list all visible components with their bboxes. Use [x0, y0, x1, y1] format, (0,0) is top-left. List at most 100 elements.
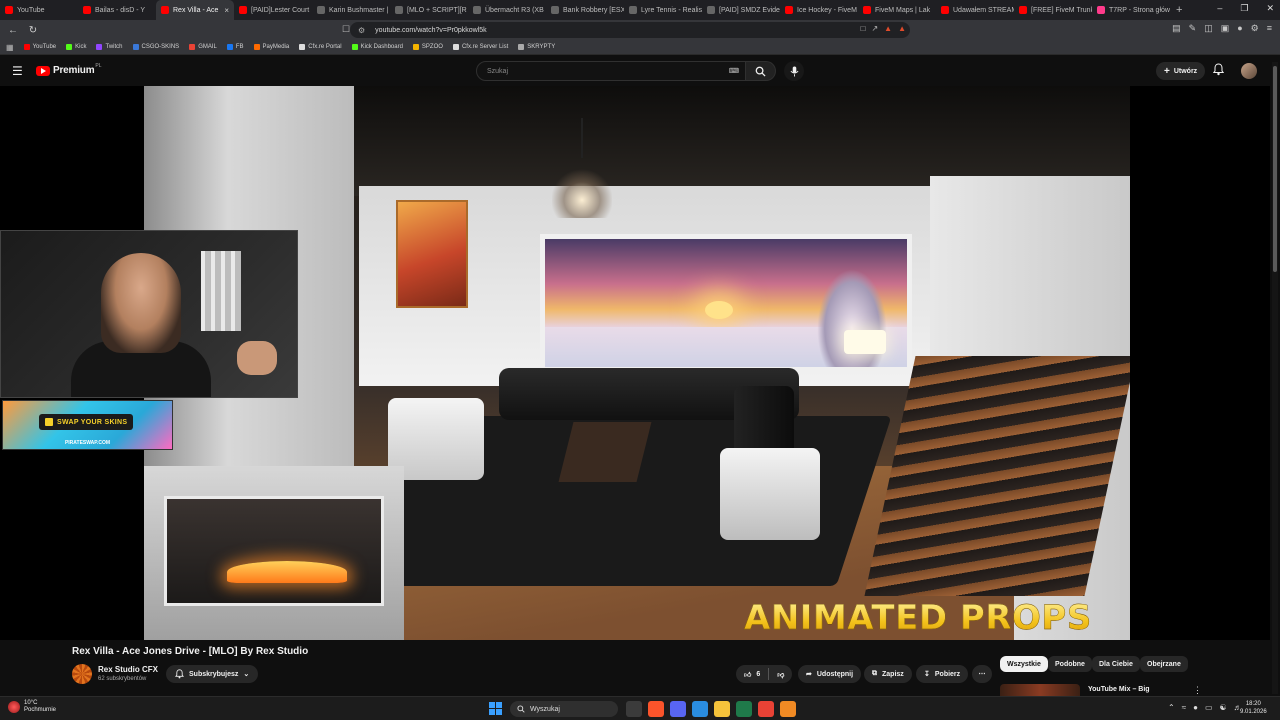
next-video-title[interactable]: YouTube Mix – Big — [1088, 686, 1150, 693]
dislike-button[interactable]: 👎︎ — [769, 665, 792, 683]
browser-tab[interactable]: Übermacht R3 (XB — [468, 0, 546, 20]
armchair — [720, 448, 820, 540]
close-window-icon[interactable]: ✕ — [1266, 3, 1274, 14]
next-video-thumbnail[interactable] — [1000, 684, 1080, 696]
account-avatar[interactable] — [1241, 63, 1257, 79]
start-button[interactable] — [489, 702, 502, 715]
browser-tab[interactable]: YouTube — [0, 0, 78, 20]
new-tab-button[interactable]: + — [1176, 4, 1190, 16]
chip-all[interactable]: Wszystkie — [1000, 656, 1048, 672]
network-icon[interactable]: ≈ — [1182, 703, 1186, 712]
download-button[interactable]: ↧ Pobierz — [916, 665, 969, 683]
video-player[interactable]: ANIMATED PROPS SWAP YOUR SKINS PIRATESWA… — [0, 86, 1270, 640]
scrollbar-thumb[interactable] — [1273, 66, 1277, 272]
create-button[interactable]: + Utwórz — [1156, 62, 1206, 80]
subscribed-button[interactable]: Subskrybujesz ⌄ — [166, 665, 259, 683]
youtube-logo[interactable]: Premium PL — [36, 63, 102, 76]
bookmark-item[interactable]: PayMedia — [253, 44, 289, 50]
address-bar[interactable]: ☐ ⚙ youtube.com/watch?v=Pr0pkkowl5k □ ↗ … — [342, 22, 910, 38]
alert-icon[interactable]: ▲ — [898, 24, 906, 33]
tray-overflow-icon[interactable]: ⌃ — [1168, 703, 1175, 712]
back-arrow-icon[interactable]: ← — [6, 23, 20, 37]
browser-tab[interactable]: T7RP - Strona głów — [1092, 0, 1170, 20]
bookmark-item[interactable]: Kick — [66, 44, 86, 50]
save-button[interactable]: ⧉ Zapisz — [864, 665, 912, 683]
bookmark-item[interactable]: YouTube — [23, 44, 56, 50]
microphone-icon[interactable]: ● — [1193, 703, 1198, 712]
bookmark-item[interactable]: Twitch — [96, 44, 123, 50]
vscode-icon[interactable] — [692, 701, 708, 717]
close-tab-icon[interactable]: × — [224, 6, 229, 15]
minimize-icon[interactable]: – — [1217, 3, 1222, 14]
file-explorer-icon[interactable] — [714, 701, 730, 717]
more-actions-button[interactable]: ⋯ — [972, 665, 992, 683]
discord-icon[interactable] — [670, 701, 686, 717]
browser-tab[interactable]: Bailas - disD - Y — [78, 0, 156, 20]
search-input[interactable]: Szukaj ⌨ — [476, 61, 746, 81]
search-button[interactable] — [746, 61, 776, 81]
bookmark-item[interactable]: Cfx.re Server List — [452, 44, 508, 50]
settings-icon[interactable]: ⚙ — [1251, 23, 1259, 34]
wallet-icon[interactable]: ▣ — [1221, 23, 1230, 34]
weather-widget[interactable]: 10°C Pochmurnie — [8, 700, 56, 714]
split-view-icon[interactable]: ◫ — [1204, 23, 1213, 34]
bookmark-item[interactable]: SKRYPTY — [518, 44, 555, 50]
browser-tab[interactable]: Udawałem STREAM — [936, 0, 1014, 20]
share-page-icon[interactable]: ↗ — [871, 24, 878, 33]
browser-tab[interactable]: FiveM Maps | Lak — [858, 0, 936, 20]
bookmark-item[interactable]: FB — [226, 44, 244, 50]
brave-browser-icon[interactable] — [648, 701, 664, 717]
browser-tab[interactable]: Rex Villa - Ace × — [156, 0, 234, 20]
restore-icon[interactable]: ❐ — [1240, 3, 1248, 14]
bookmark-item[interactable]: CSGO-SKINS — [132, 44, 180, 50]
channel-avatar[interactable] — [72, 664, 92, 684]
browser-tab[interactable]: [PAID]Lester Court — [234, 0, 312, 20]
hamburger-menu-icon[interactable]: ☰ — [12, 64, 23, 78]
chip-for-you[interactable]: Dla Ciebie — [1092, 656, 1140, 672]
browser-tab[interactable]: Bank Robbery [ESX — [546, 0, 624, 20]
page-scrollbar[interactable] — [1272, 62, 1278, 694]
browser-tab[interactable]: [FREE] FiveM Trunk — [1014, 0, 1092, 20]
search-icon — [755, 66, 766, 77]
browser-tab[interactable]: Ice Hockey - FiveM — [780, 0, 858, 20]
tab-label: T7RP - Strona głów — [1109, 6, 1170, 14]
bookmark-item[interactable]: Cfx.re Portal — [299, 44, 342, 50]
chip-related[interactable]: Podobne — [1048, 656, 1092, 672]
display-icon[interactable]: ▭ — [1205, 703, 1213, 712]
install-app-icon[interactable]: □ — [861, 24, 866, 33]
bookmark-item[interactable]: Kick Dashboard — [351, 44, 403, 50]
bookmark-label: CSGO-SKINS — [141, 44, 180, 50]
shield-icon[interactable]: ▲ — [884, 24, 892, 33]
bookmark-item[interactable]: GMAIL — [189, 44, 217, 50]
site-info-icon[interactable]: ⚙ — [358, 26, 365, 35]
system-clock[interactable]: 18:20 9.01.2026 — [1240, 700, 1267, 716]
excel-icon[interactable] — [736, 701, 752, 717]
vpn-icon[interactable]: ● — [1237, 23, 1242, 34]
keyboard-icon[interactable]: ⌨ — [729, 67, 739, 75]
bookmark-item[interactable]: SPZOO — [412, 44, 443, 50]
app-icon[interactable] — [780, 701, 796, 717]
bookmark-icon[interactable]: ☐ — [342, 24, 350, 35]
bookmarks-bar: ▦ YouTube Kick Twitch CSGO-SKINS GMAIL FB PayM… — [0, 40, 1280, 55]
browser-toolbar: ← ↻ ☐ ⚙ youtube.com/watch?v=Pr0pkkowl5k … — [0, 20, 1280, 40]
notifications-bell-icon[interactable] — [1212, 63, 1225, 81]
channel-name[interactable]: Rex Studio CFX — [98, 665, 158, 674]
taskbar-search[interactable]: Wyszukaj — [510, 701, 618, 717]
apps-grid-icon[interactable]: ▦ — [6, 43, 14, 52]
extensions-icon[interactable]: ✎ — [1189, 23, 1197, 34]
task-view-icon[interactable] — [626, 701, 642, 717]
browser-tab[interactable]: [MLO + SCRIPT][R — [390, 0, 468, 20]
like-button[interactable]: 👍︎ 6 — [736, 665, 768, 683]
wifi-icon[interactable]: ☯ — [1220, 703, 1227, 712]
sidebar-icon[interactable]: ▤ — [1172, 23, 1181, 34]
share-button[interactable]: ➦ Udostępnij — [798, 665, 862, 683]
chrome-icon[interactable] — [758, 701, 774, 717]
browser-tab[interactable]: Lyre Tennis - Realis — [624, 0, 702, 20]
reload-icon[interactable]: ↻ — [26, 23, 40, 37]
menu-icon[interactable]: ≡ — [1267, 23, 1272, 34]
more-vertical-icon[interactable]: ⋮ — [1193, 685, 1202, 696]
voice-search-button[interactable] — [784, 61, 804, 81]
browser-tab[interactable]: [PAID] SMDZ Evide — [702, 0, 780, 20]
chip-watched[interactable]: Obejrzane — [1140, 656, 1188, 672]
browser-tab[interactable]: Karin Bushmaster | — [312, 0, 390, 20]
